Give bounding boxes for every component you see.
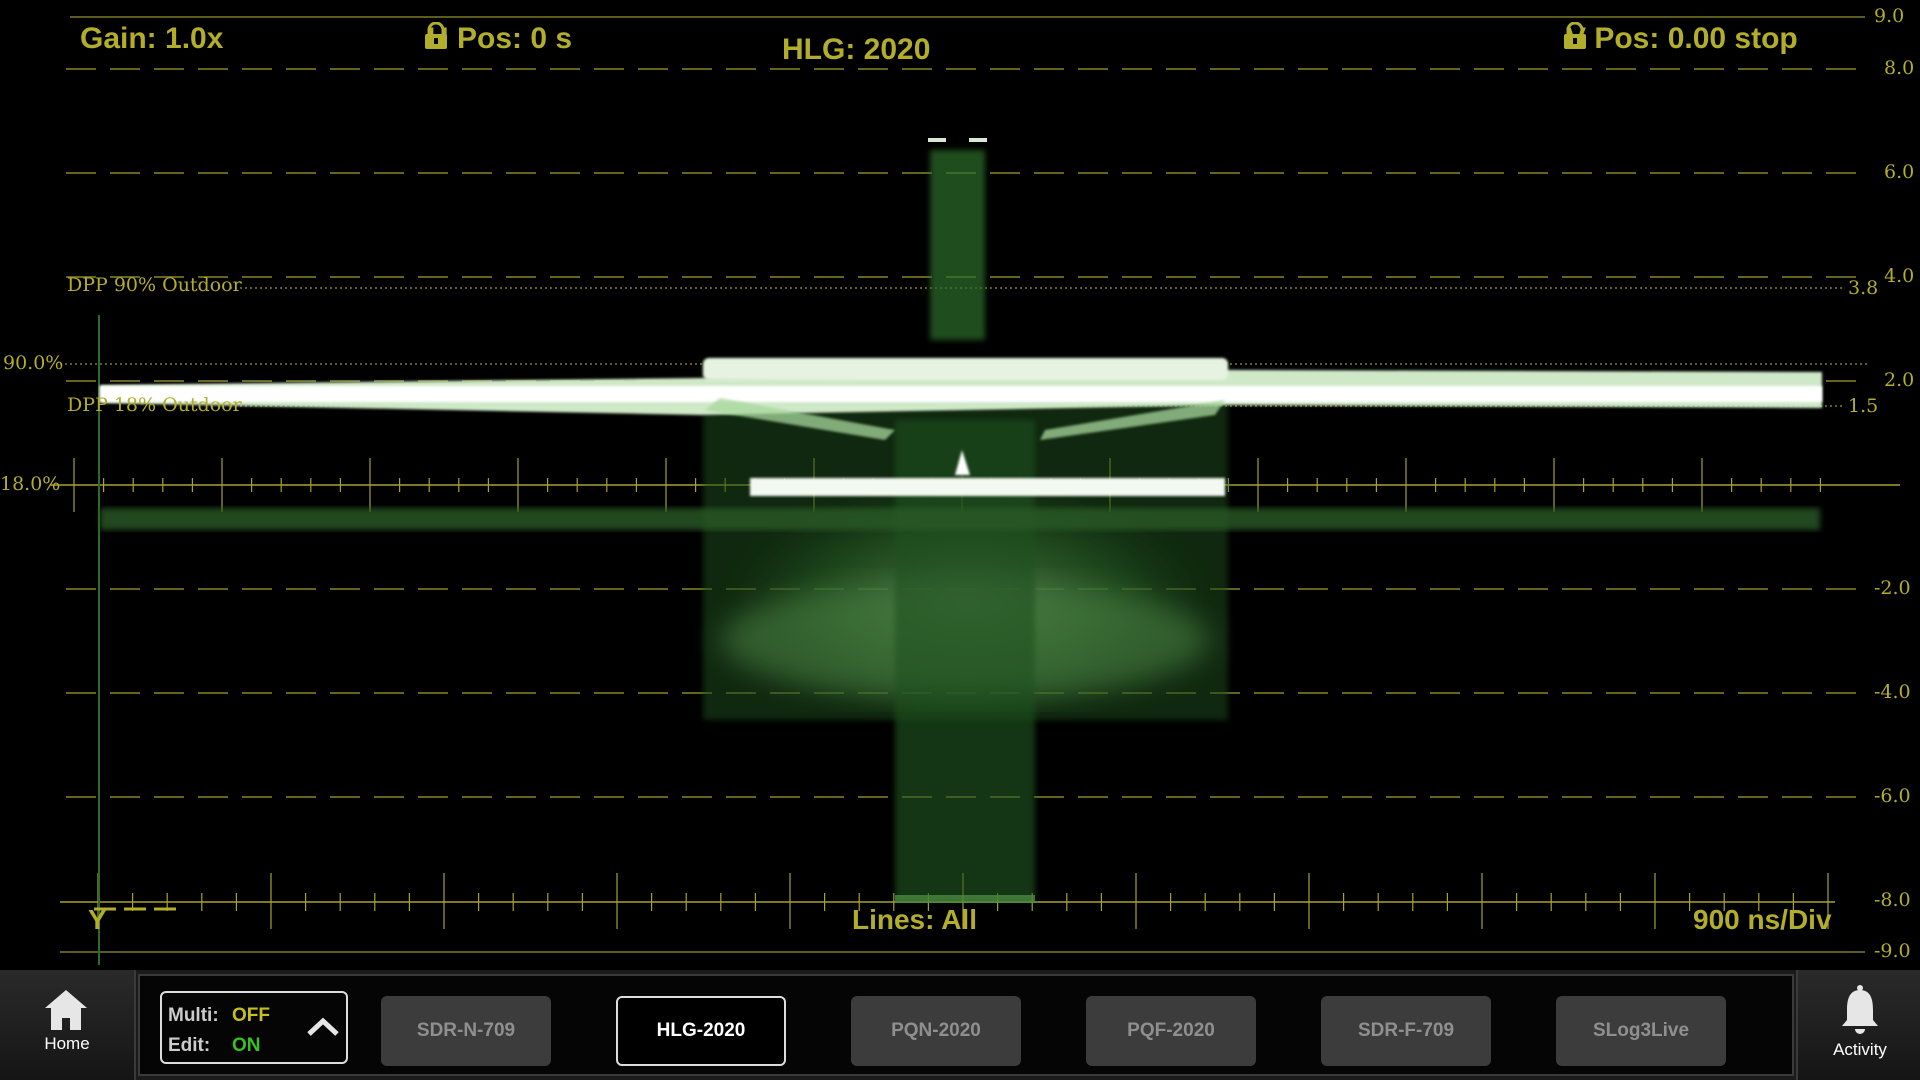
scale-label: -8.0 bbox=[1874, 889, 1911, 911]
scale-label: 8.0 bbox=[1884, 57, 1915, 79]
scale-label: 3.8 bbox=[1848, 277, 1879, 299]
scale-label: 2.0 bbox=[1884, 369, 1915, 391]
waveform-display: Gain: 1.0x H Pos: 0 s HLG: 2020 V Pos: 0… bbox=[0, 0, 1920, 970]
activity-label: Activity bbox=[1833, 1040, 1887, 1059]
waveform-graticule bbox=[50, 16, 1900, 965]
scale-label: 6.0 bbox=[1884, 161, 1915, 183]
mode-readout: HLG: 2020 bbox=[782, 33, 931, 66]
lines-readout: Lines: All bbox=[852, 904, 977, 935]
timebase-readout: 900 ns/Div bbox=[1693, 904, 1832, 935]
preset-pqf-2020[interactable]: PQF-2020 bbox=[1086, 996, 1256, 1066]
home-label: Home bbox=[44, 1034, 90, 1053]
scale-label: -6.0 bbox=[1874, 785, 1911, 807]
waveform-trace bbox=[100, 138, 1822, 903]
preset-slog3live[interactable]: SLog3Live bbox=[1556, 996, 1726, 1066]
edit-value: ON bbox=[232, 1035, 261, 1056]
channel-indicator: Y bbox=[88, 904, 176, 936]
dpp-18-label: DPP 18% Outdoor bbox=[67, 394, 242, 416]
preset-sdr-f-709[interactable]: SDR-F-709 bbox=[1321, 996, 1491, 1066]
bottom-toolbar: Home Multi: OFF Edit: ON SDR-N-709 HLG-202… bbox=[0, 970, 1920, 1080]
gain-readout: Gain: 1.0x bbox=[80, 22, 224, 55]
multi-value: OFF bbox=[232, 1005, 270, 1026]
edit-row: Edit: ON bbox=[168, 1035, 261, 1057]
pct-18-label: 18.0% bbox=[0, 473, 61, 495]
scale-label: -2.0 bbox=[1874, 577, 1911, 599]
preset-tray: Multi: OFF Edit: ON SDR-N-709 HLG-2020 PQN… bbox=[138, 974, 1794, 1076]
chevron-up-icon[interactable] bbox=[306, 1017, 340, 1037]
dpp-90-label: DPP 90% Outdoor bbox=[67, 274, 242, 296]
scale-label: 1.5 bbox=[1848, 395, 1879, 417]
scale-label: 9.0 bbox=[1874, 5, 1905, 27]
v-pos-readout: V Pos: 0.00 stop bbox=[1562, 22, 1798, 56]
v-pos-text: V Pos: 0.00 stop bbox=[1566, 22, 1798, 55]
home-icon bbox=[45, 990, 87, 1030]
channel-line-icon bbox=[94, 907, 176, 911]
scale-label: -4.0 bbox=[1874, 681, 1911, 703]
multi-row: Multi: OFF bbox=[168, 1005, 270, 1027]
scale-label: 4.0 bbox=[1884, 265, 1915, 287]
preset-sdr-n-709[interactable]: SDR-N-709 bbox=[381, 996, 551, 1066]
bell-icon bbox=[1842, 985, 1878, 1034]
h-pos-readout: H Pos: 0 s bbox=[423, 22, 572, 56]
scale-label: -9.0 bbox=[1874, 940, 1911, 962]
pct-90-label: 90.0% bbox=[3, 352, 64, 374]
preset-hlg-2020[interactable]: HLG-2020 bbox=[616, 996, 786, 1066]
multi-key: Multi: bbox=[168, 1005, 219, 1026]
multi-edit-toggle[interactable]: Multi: OFF Edit: ON bbox=[160, 991, 348, 1064]
preset-pqn-2020[interactable]: PQN-2020 bbox=[851, 996, 1021, 1066]
home-button[interactable]: Home bbox=[0, 970, 136, 1080]
activity-button[interactable]: Activity bbox=[1796, 970, 1920, 1080]
edit-key: Edit: bbox=[168, 1035, 211, 1056]
